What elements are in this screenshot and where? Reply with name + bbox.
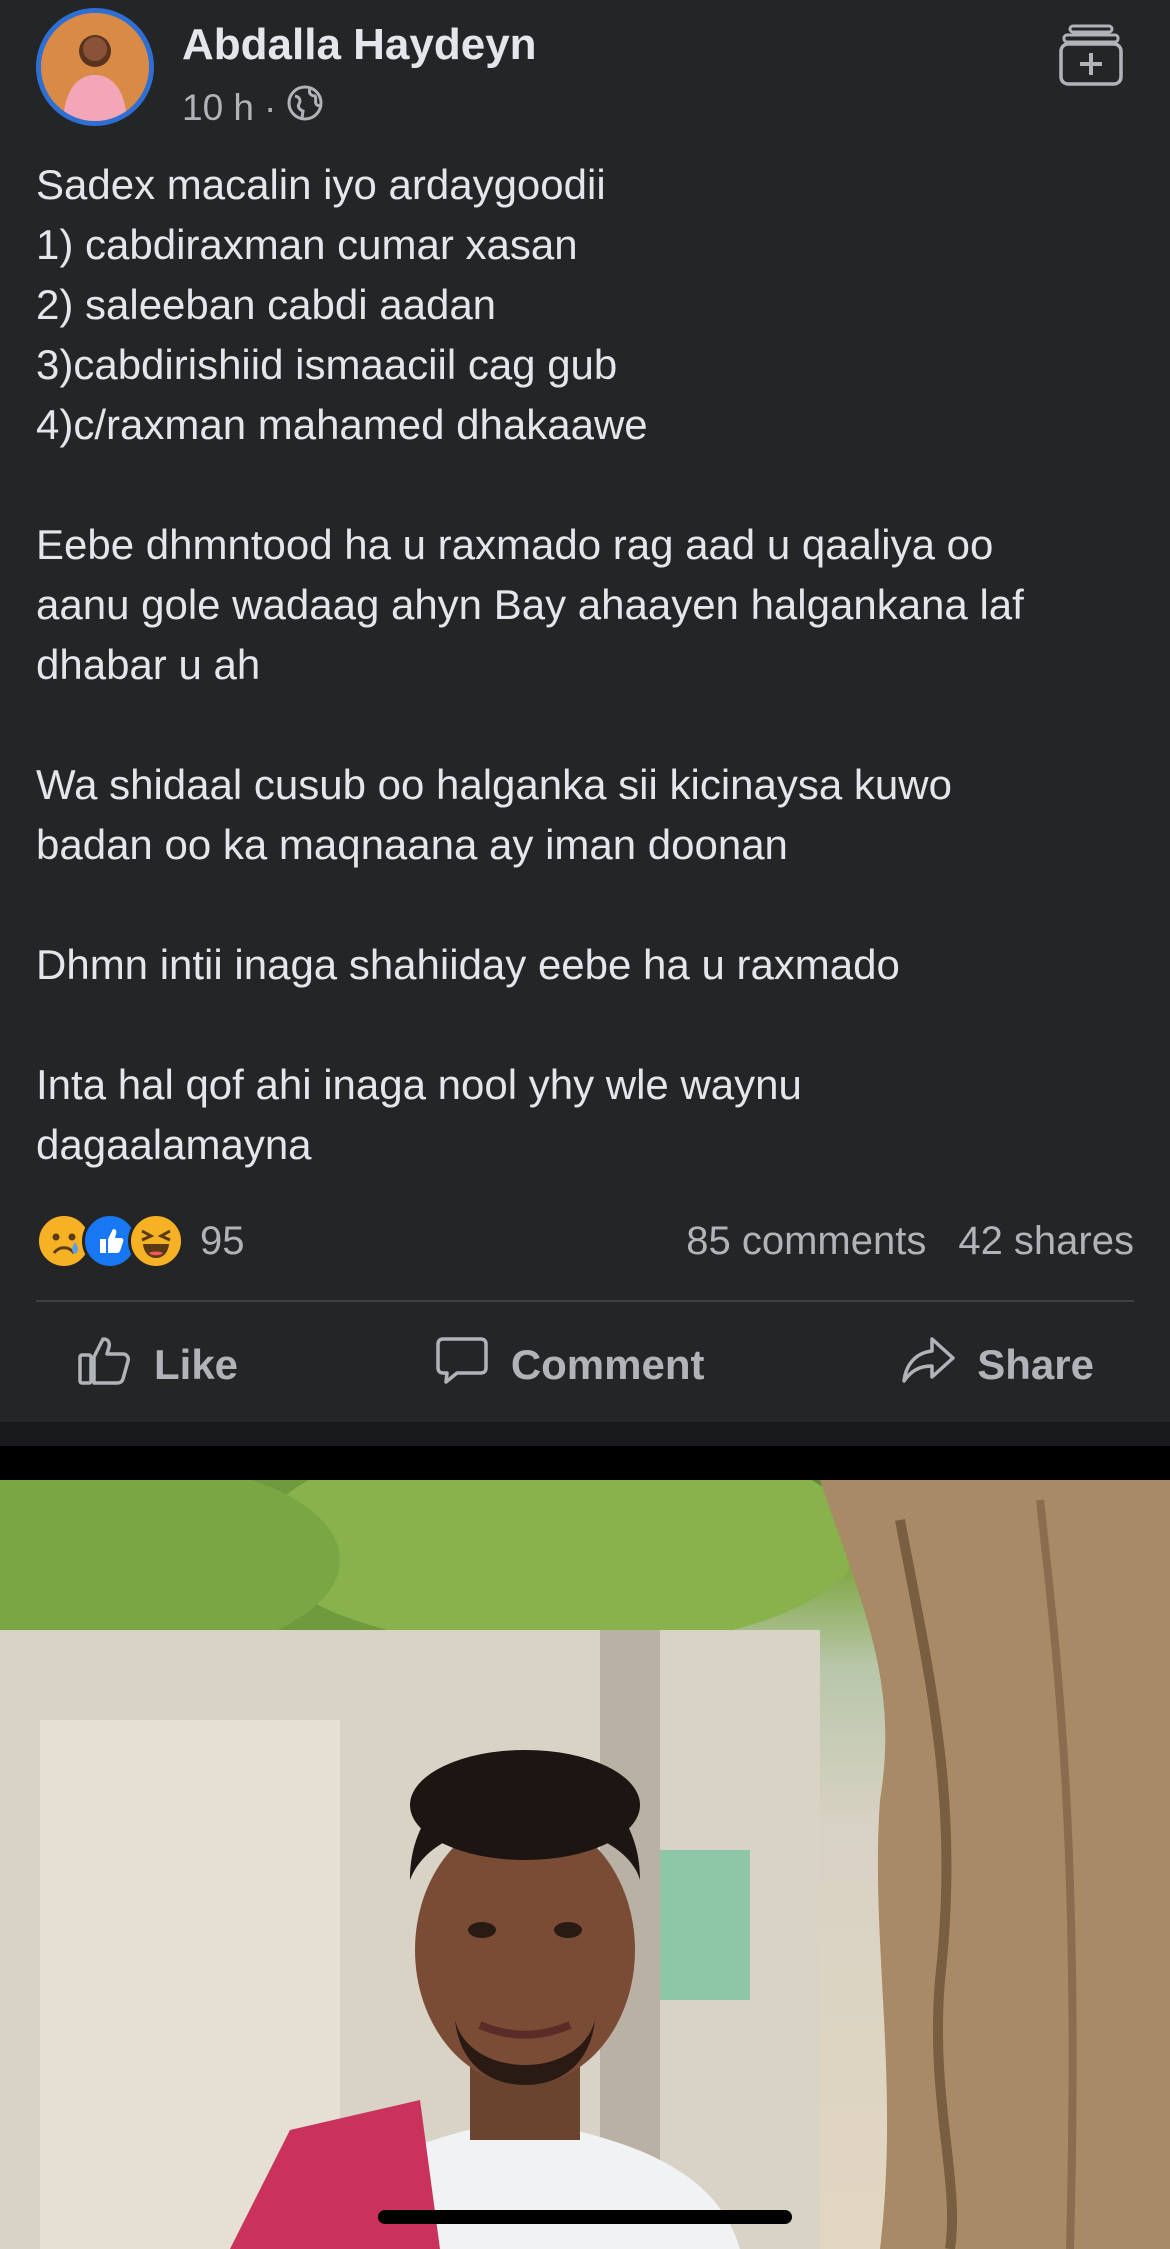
globe-icon bbox=[286, 84, 324, 131]
post-line: 3)cabdirishiid ismaaciil cag gub bbox=[36, 341, 618, 388]
shares-count-link[interactable]: 42 shares bbox=[958, 1219, 1134, 1264]
comment-button[interactable]: Comment bbox=[393, 1331, 745, 1399]
post-line: aanu gole wadaag ahyn Bay ahaayen halgan… bbox=[36, 581, 1024, 628]
add-to-collection-icon[interactable] bbox=[1058, 22, 1124, 88]
comment-icon bbox=[433, 1331, 491, 1399]
post-line: dagaalamayna bbox=[36, 1121, 312, 1168]
reaction-count: 95 bbox=[200, 1218, 245, 1263]
feed-separator-gray bbox=[0, 1422, 1170, 1446]
reactions-summary[interactable]: 95 bbox=[36, 1213, 245, 1269]
post-line: 4)c/raxman mahamed dhakaawe bbox=[36, 401, 648, 448]
like-icon bbox=[76, 1331, 134, 1399]
post-line: Sadex macalin iyo ardaygoodii bbox=[36, 161, 606, 208]
post-line: 2) saleeban cabdi aadan bbox=[36, 281, 497, 328]
comments-count-link[interactable]: 85 comments bbox=[686, 1219, 926, 1264]
engagement-stats: 95 85 comments 42 shares bbox=[36, 1210, 1134, 1272]
post-body: Sadex macalin iyo ardaygoodii 1) cabdira… bbox=[36, 155, 1136, 1175]
post-line: dhabar u ah bbox=[36, 641, 261, 688]
post-line: Inta hal qof ahi inaga nool yhy wle wayn… bbox=[36, 1061, 802, 1108]
post-photo[interactable] bbox=[0, 1480, 1170, 2249]
post-line: Eebe dhmntood ha u raxmado rag aad u qaa… bbox=[36, 521, 994, 568]
post-line: Wa shidaal cusub oo halganka sii kicinay… bbox=[36, 761, 952, 808]
divider bbox=[36, 1300, 1134, 1302]
post-line: Dhmn intii inaga shahiiday eebe ha u rax… bbox=[36, 941, 900, 988]
post-meta: 10 h · bbox=[182, 84, 324, 131]
comment-label: Comment bbox=[510, 1341, 705, 1388]
haha-reaction-icon bbox=[128, 1213, 184, 1269]
like-label: Like bbox=[154, 1341, 239, 1388]
share-button[interactable]: Share bbox=[859, 1331, 1134, 1399]
meta-separator: · bbox=[264, 86, 277, 128]
like-button[interactable]: Like bbox=[36, 1331, 278, 1399]
post-line: 1) cabdiraxman cumar xasan bbox=[36, 221, 578, 268]
author-name[interactable]: Abdalla Haydeyn bbox=[182, 20, 537, 70]
post-line: badan oo ka maqnaana ay iman doonan bbox=[36, 821, 788, 868]
post-actions: Like Comment Share bbox=[36, 1320, 1134, 1410]
share-label: Share bbox=[977, 1341, 1094, 1388]
home-indicator[interactable] bbox=[378, 2210, 792, 2224]
author-avatar[interactable] bbox=[36, 8, 154, 126]
share-icon bbox=[899, 1331, 957, 1399]
post-time[interactable]: 10 h bbox=[182, 87, 254, 129]
post-card: Abdalla Haydeyn 10 h · Sadex macalin iyo… bbox=[0, 0, 1170, 1422]
